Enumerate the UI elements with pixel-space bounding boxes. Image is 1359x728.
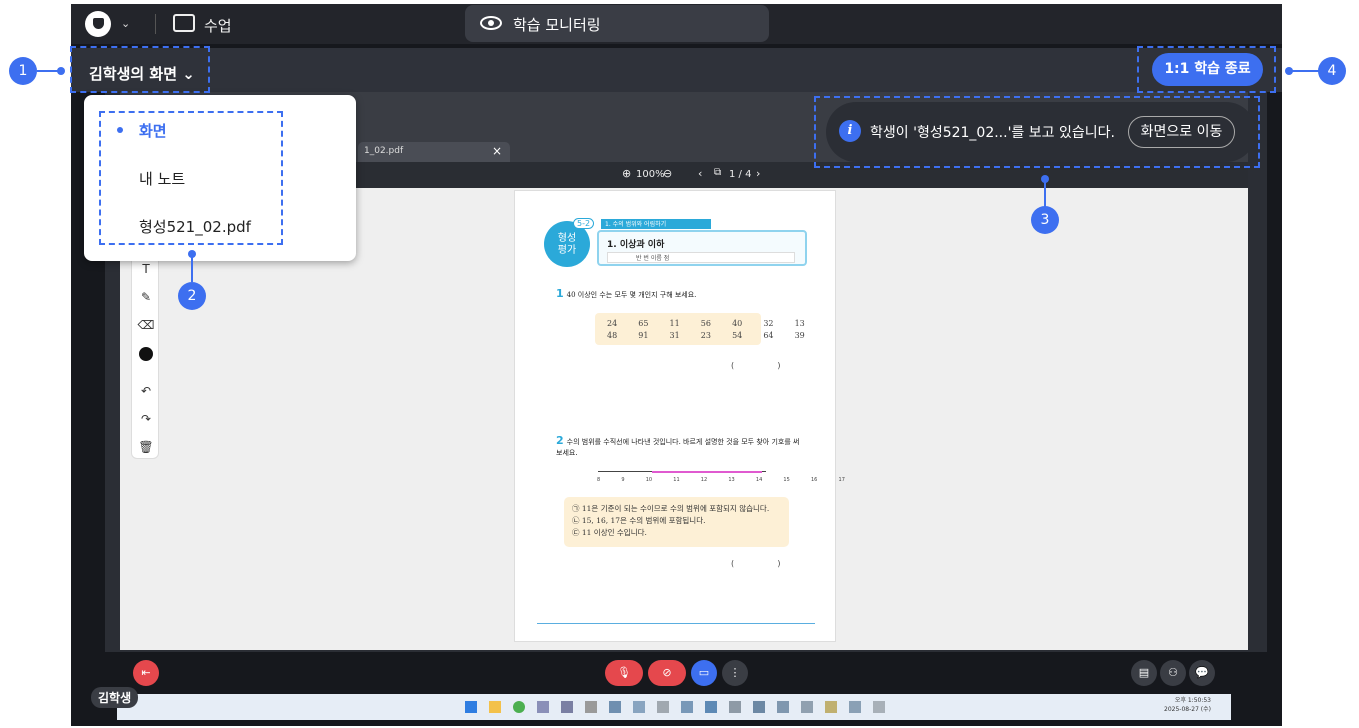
callout-frame-2 bbox=[99, 111, 283, 245]
text-icon[interactable]: T bbox=[137, 260, 155, 278]
callout-line bbox=[1044, 179, 1046, 207]
class-label[interactable]: 수업 bbox=[204, 15, 232, 36]
lock-icon[interactable]: ▤ bbox=[1131, 660, 1157, 686]
lesson-fields: 반 번 이름 점 bbox=[607, 252, 795, 263]
app-icon bbox=[705, 701, 717, 713]
answer-blank: ( ) bbox=[731, 559, 781, 568]
screen-share-icon[interactable]: ▭ bbox=[691, 660, 717, 686]
number-row: 48 91 31 23 54 64 39 bbox=[607, 331, 805, 340]
page-footer-line bbox=[537, 623, 815, 624]
callout-badge-4: 4 bbox=[1318, 57, 1346, 85]
tab-title: 1_02.pdf bbox=[364, 146, 404, 156]
app-icon bbox=[657, 701, 669, 713]
callout-frame-4 bbox=[1137, 46, 1276, 93]
option: ㉠ 11은 기준이 되는 수이므로 수의 범위에 포함되지 않습니다. bbox=[572, 504, 770, 513]
page-indicator: 1 / 4 bbox=[729, 169, 752, 180]
option: ㉢ 11 이상인 수입니다. bbox=[572, 528, 647, 537]
chat-icon[interactable]: 💬 bbox=[1189, 660, 1215, 686]
classroom-icon[interactable] bbox=[173, 14, 195, 32]
callout-frame-1 bbox=[70, 46, 210, 93]
more-icon[interactable]: ⋮ bbox=[722, 660, 748, 686]
app-icon bbox=[753, 701, 765, 713]
zoom-level: 100% bbox=[636, 169, 665, 180]
highlighter-icon[interactable]: ✎ bbox=[137, 288, 155, 306]
callout-frame-3 bbox=[814, 96, 1260, 168]
divider bbox=[155, 14, 156, 34]
browser-tab[interactable]: 1_02.pdf × bbox=[358, 142, 510, 162]
chevron-down-icon[interactable]: ⌄ bbox=[121, 17, 130, 30]
logo-icon[interactable] bbox=[85, 11, 111, 37]
lesson-number: 5-2 bbox=[573, 218, 595, 229]
callout-badge-1: 1 bbox=[9, 57, 37, 85]
clock-time: 오후 1:50:53 bbox=[1174, 697, 1211, 704]
callout-line bbox=[191, 254, 193, 282]
system-clock: 오후 1:50:53 2025-08-27 (수) bbox=[1164, 696, 1211, 714]
exit-icon[interactable]: ⇤ bbox=[133, 660, 159, 686]
question-1: 1 40 이상인 수는 모두 몇 개인지 구해 보세요. bbox=[556, 287, 696, 300]
number-row: 24 65 11 56 40 32 13 bbox=[607, 319, 805, 328]
number-line-range bbox=[652, 471, 762, 473]
options-box: ㉠ 11은 기준이 되는 수이므로 수의 범위에 포함되지 않습니다. ㉡ 15… bbox=[564, 497, 789, 547]
windows-icon bbox=[465, 701, 477, 713]
option: ㉡ 15, 16, 17은 수의 범위에 포함됩니다. bbox=[572, 516, 706, 525]
question-text: 수의 범위를 수직선에 나타낸 것입니다. 바르게 설명한 것을 모두 찾아 기… bbox=[556, 438, 800, 457]
app-icon bbox=[801, 701, 813, 713]
app-icon bbox=[729, 701, 741, 713]
answer-blank: ( ) bbox=[731, 361, 781, 370]
lesson-title: 1. 이상과 이하 bbox=[607, 240, 665, 250]
lesson-header: 1. 이상과 이하 반 번 이름 점 bbox=[597, 230, 807, 266]
app-icon bbox=[585, 701, 597, 713]
question-2: 2 수의 범위를 수직선에 나타낸 것입니다. 바르게 설명한 것을 모두 찾아 … bbox=[556, 435, 806, 459]
question-text: 40 이상인 수는 모두 몇 개인지 구해 보세요. bbox=[566, 291, 697, 299]
eraser-icon[interactable]: ⌫ bbox=[137, 316, 155, 334]
monitor-label: 학습 모니터링 bbox=[513, 16, 601, 34]
folder-icon bbox=[489, 701, 501, 713]
monitor-tab[interactable]: 학습 모니터링 bbox=[465, 5, 769, 42]
control-bar: ⇤ 🎙 ⊘ ▭ ⋮ ▤ ⚇ 💬 bbox=[117, 652, 1232, 694]
number-line-labels: 8 9 10 11 12 13 14 15 16 17 bbox=[597, 477, 845, 483]
app-icon bbox=[561, 701, 573, 713]
app-icon bbox=[873, 701, 885, 713]
zoom-out-icon[interactable]: ⊖ bbox=[663, 167, 672, 180]
clock-date: 2025-08-27 (수) bbox=[1164, 706, 1211, 713]
mic-off-icon[interactable]: 🎙 bbox=[605, 660, 643, 686]
top-bar: ⌄ 수업 학습 모니터링 bbox=[71, 4, 1282, 44]
color-picker-icon[interactable] bbox=[137, 344, 155, 362]
app-icon bbox=[681, 701, 693, 713]
next-page-icon[interactable]: › bbox=[756, 167, 760, 180]
zoom-in-icon[interactable]: ⊕ bbox=[622, 167, 631, 180]
participants-icon[interactable]: ⚇ bbox=[1160, 660, 1186, 686]
callout-line bbox=[1289, 70, 1319, 72]
student-taskbar: 오후 1:50:53 2025-08-27 (수) bbox=[117, 694, 1231, 720]
app-icon bbox=[537, 701, 549, 713]
app-icon bbox=[849, 701, 861, 713]
app-icon bbox=[825, 701, 837, 713]
browser-icon bbox=[513, 701, 525, 713]
callout-dot bbox=[57, 67, 65, 75]
trash-icon[interactable]: 🗑 bbox=[137, 438, 155, 456]
camera-off-icon[interactable]: ⊘ bbox=[648, 660, 686, 686]
page-icon: ⧉ bbox=[714, 167, 722, 178]
close-icon[interactable]: × bbox=[492, 144, 502, 158]
app-icon bbox=[609, 701, 621, 713]
callout-badge-2: 2 bbox=[178, 282, 206, 310]
unit-ribbon: 1. 수의 범위와 어림하기 bbox=[601, 219, 711, 229]
eye-icon bbox=[480, 16, 502, 30]
callout-badge-3: 3 bbox=[1031, 206, 1059, 234]
student-screen-header: 김학생의 화면 ⌄ bbox=[71, 48, 1282, 92]
question-number: 2 bbox=[556, 434, 564, 447]
app-icon bbox=[777, 701, 789, 713]
pdf-page: 형성 평가 5-2 1. 수의 범위와 어림하기 1. 이상과 이하 반 번 이… bbox=[514, 190, 845, 642]
prev-page-icon[interactable]: ‹ bbox=[698, 167, 702, 180]
undo-icon[interactable]: ↶ bbox=[137, 382, 155, 400]
number-box: 24 65 11 56 40 32 13 48 91 31 23 54 64 3… bbox=[595, 313, 805, 345]
question-number: 1 bbox=[556, 287, 564, 300]
redo-icon[interactable]: ↷ bbox=[137, 410, 155, 428]
app-icon bbox=[633, 701, 645, 713]
student-name-label: 김학생 bbox=[91, 687, 139, 708]
